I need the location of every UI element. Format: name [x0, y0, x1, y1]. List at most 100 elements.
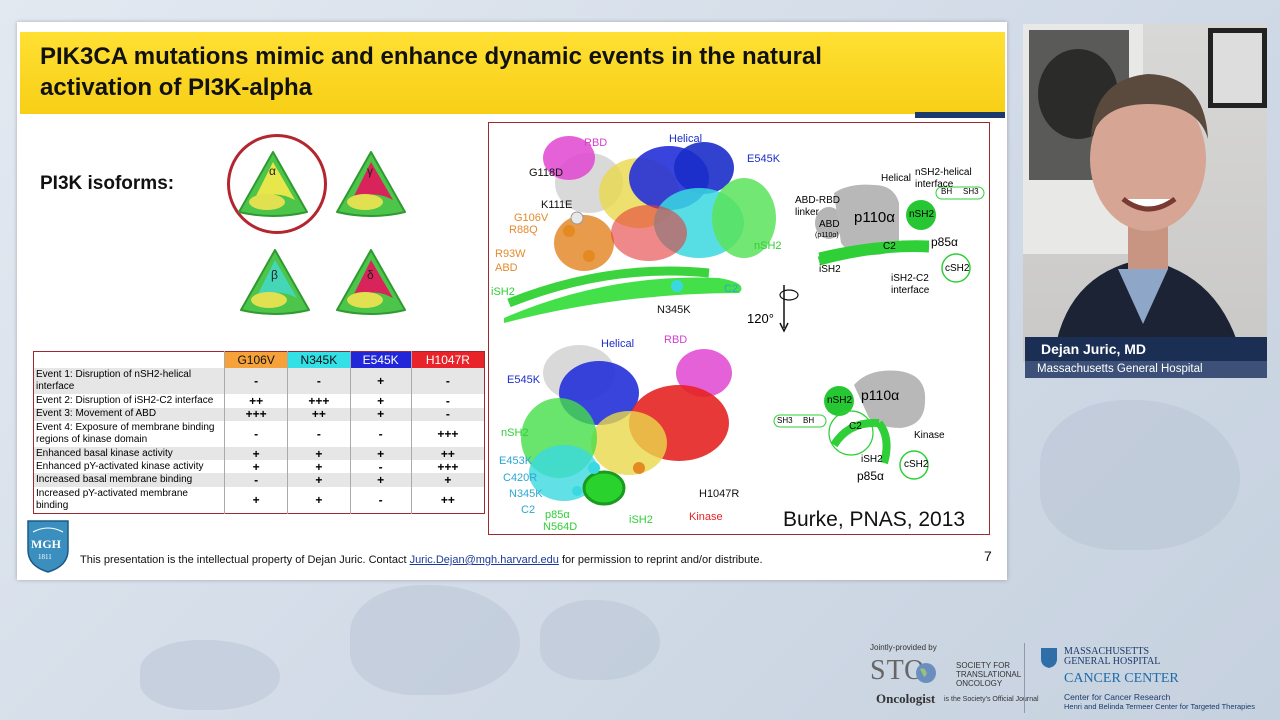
- label-n345k: N345K: [657, 304, 691, 316]
- label-c420r: C420R: [503, 472, 538, 484]
- event-label: Event 1: Disruption of nSH2-helical inte…: [33, 368, 225, 395]
- label-helical: Helical: [669, 133, 703, 145]
- ccr-label: Center for Cancer Research: [1064, 692, 1171, 702]
- label-e545k-bottom: E545K: [507, 374, 541, 386]
- title-accent: [915, 112, 1005, 118]
- table-cell: -: [410, 407, 485, 421]
- table-cell: +++: [410, 420, 485, 448]
- speaker-affiliation: Massachusetts General Hospital: [1037, 363, 1203, 375]
- figure-citation: Burke, PNAS, 2013: [783, 508, 966, 531]
- schematic-p85a: p85α: [931, 235, 958, 249]
- column-g106v: G106V: [223, 351, 288, 368]
- table-cell: +: [349, 473, 412, 487]
- table-cell: +: [287, 447, 351, 461]
- mgh-shield-logo: MGH 1811: [25, 518, 71, 574]
- table-cell: +: [349, 394, 412, 408]
- event-label: Event 2: Disruption of iSH2-C2 interface: [36, 394, 214, 406]
- table-cell: +++: [287, 394, 351, 408]
- footer-prefix: This presentation is the intellectual pr…: [80, 554, 410, 566]
- table-cell: +: [287, 473, 351, 487]
- table-cell: ++: [223, 394, 288, 408]
- isoform-delta-letter: δ: [367, 268, 374, 282]
- schematic-p110a-small: (p110α): [815, 232, 839, 239]
- table-row: Event 3: Movement of ABD +++ ++ + -: [33, 407, 485, 421]
- world-map-shape: [350, 585, 520, 695]
- globe-icon: [916, 663, 936, 683]
- contact-email-link[interactable]: Juric.Dejan@mgh.harvard.edu: [410, 554, 559, 566]
- schematic-nsh2-helical: nSH2-helical: [915, 167, 972, 178]
- protein-structure-figure: RBD Helical E545K G118D K111E G106V R88Q…: [488, 122, 990, 535]
- slide-footer: This presentation is the intellectual pr…: [80, 554, 763, 566]
- schematic-abd: ABD: [819, 219, 840, 230]
- column-h1047r: H1047R: [410, 351, 485, 368]
- speaker-name-bar: Dejan Juric, MD: [1025, 337, 1267, 361]
- isoform-alpha-icon: α: [237, 148, 309, 220]
- schematic-ish2-c2: iSH2-C2: [891, 273, 929, 284]
- table-cell: -: [287, 420, 351, 448]
- label-n564d: N564D: [543, 521, 578, 533]
- mgh-shield-small-icon: [1041, 648, 1057, 668]
- label-c2: C2: [724, 283, 739, 295]
- table-header-empty: [34, 352, 225, 369]
- schematic-linker: linker: [795, 207, 819, 218]
- label-c2-bottom: C2: [521, 504, 536, 516]
- table-cell: -: [223, 368, 288, 395]
- event-label: Enhanced basal kinase activity: [33, 447, 225, 461]
- event-label: Event 3: Movement of ABD: [33, 407, 225, 421]
- label-helical-bottom: Helical: [601, 338, 635, 350]
- label-ish2-bottom: iSH2: [629, 514, 653, 526]
- label-g106v: G106V: [514, 212, 549, 224]
- world-map-shape: [140, 640, 280, 710]
- termeer-label: Henri and Belinda Termeer Center for Tar…: [1064, 702, 1255, 711]
- table-row: Enhanced pY-activated kinase activity + …: [34, 460, 485, 474]
- table-cell: +: [287, 460, 351, 474]
- schematic-ish2: iSH2: [819, 264, 841, 275]
- table-cell: -: [410, 394, 485, 408]
- event-label: Event 4: Exposure of membrane binding re…: [36, 421, 215, 445]
- label-abd: ABD: [495, 262, 518, 274]
- world-map-shape: [540, 600, 660, 680]
- label-h1047r: H1047R: [699, 488, 740, 500]
- label-e453k: E453K: [499, 455, 533, 467]
- label-rbd: RBD: [584, 137, 608, 149]
- table-cell: ++: [410, 486, 485, 514]
- footer-suffix: for permission to reprint and/or distrib…: [558, 554, 763, 566]
- table-header-row: G106V N345K E545K H1047R: [34, 351, 485, 369]
- label-g118d: G118D: [529, 167, 564, 179]
- page-number: 7: [984, 548, 992, 564]
- table-row: Event 2: Disruption of iSH2-C2 interface…: [34, 394, 485, 408]
- table-cell: +: [223, 460, 288, 474]
- schematic-interface-2: interface: [891, 285, 930, 296]
- schematic-helical: Helical: [881, 173, 912, 184]
- schematic-c2: C2: [883, 241, 896, 252]
- schematic-bottom-ish2: iSH2: [861, 454, 883, 465]
- table-cell: +++: [223, 407, 288, 421]
- event-label: Enhanced pY-activated kinase activity: [36, 460, 204, 472]
- jointly-provided-label: Jointly-provided by: [870, 643, 937, 652]
- table-cell: +: [349, 407, 412, 421]
- label-r88q: R88Q: [509, 224, 538, 236]
- column-n345k: N345K: [287, 351, 351, 368]
- schematic-bottom-kinase: Kinase: [914, 430, 945, 441]
- table-cell: +++: [410, 460, 485, 474]
- table-row: Enhanced basal kinase activity + + + ++: [33, 447, 485, 461]
- table-cell: +: [287, 486, 351, 514]
- table-cell: ++: [410, 447, 485, 461]
- sto-line1: SOCIETY FOR: [956, 661, 1011, 670]
- mgh-line2: GENERAL HOSPITAL: [1064, 656, 1161, 667]
- schematic-bottom-sh3: SH3: [777, 416, 793, 425]
- label-e545k: E545K: [747, 153, 781, 165]
- table-cell: -: [287, 368, 351, 395]
- table-row: Increased pY-activated membrane binding …: [34, 486, 485, 514]
- speaker-affiliation-bar: Massachusetts General Hospital: [1025, 361, 1267, 378]
- schematic-abd-rbd: ABD-RBD: [795, 195, 841, 206]
- schematic-bottom-p110a: p110α: [861, 387, 900, 403]
- label-nsh2-bottom: nSH2: [501, 427, 529, 439]
- oncologist-logo: Oncologist: [876, 691, 936, 706]
- cancer-center-label: CANCER CENTER: [1064, 671, 1179, 686]
- rotation-label: 120°: [747, 311, 774, 326]
- table-cell: +: [349, 447, 412, 461]
- schematic-bottom-bh: BH: [803, 416, 815, 425]
- label-kinase: Kinase: [689, 511, 723, 523]
- label-rbd-bottom: RBD: [664, 334, 688, 346]
